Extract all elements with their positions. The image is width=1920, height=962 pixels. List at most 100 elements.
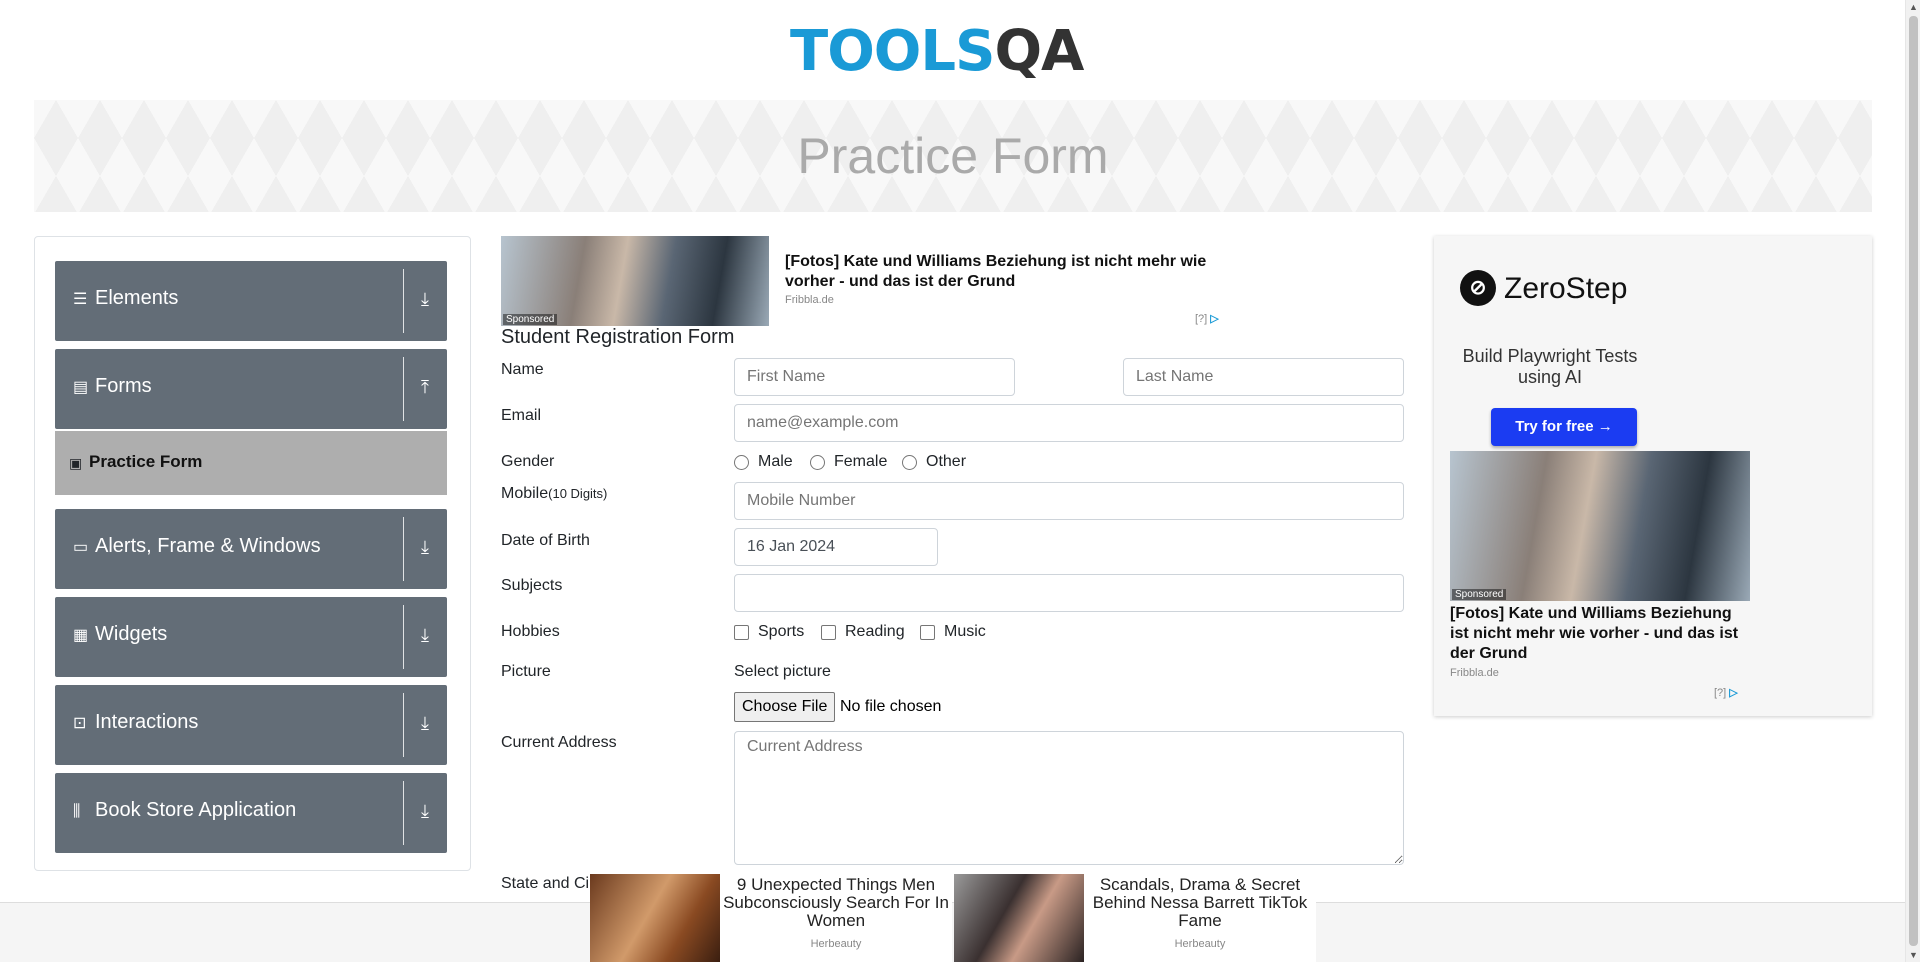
page-scrollbar[interactable]: ▲ ▼ (1905, 0, 1920, 962)
email-label: Email (501, 407, 542, 424)
divider (403, 357, 404, 421)
radio-button[interactable] (734, 454, 749, 470)
divider (403, 517, 404, 581)
download-icon: ⤓ (421, 537, 429, 557)
gender-radio-female[interactable]: Female (810, 453, 887, 471)
right-ad-image[interactable]: Sponsored (1450, 451, 1750, 601)
sidebar-group-book-store[interactable]: ⫼ Book Store Application ⤓ (55, 773, 447, 853)
sidebar-group-alerts[interactable]: ▭ Alerts, Frame & Windows ⤓ (55, 509, 447, 589)
upload-icon: ⤒ (421, 377, 429, 397)
picture-label: Picture (501, 663, 551, 680)
radio-label: Other (926, 453, 967, 470)
scroll-up-icon[interactable]: ▲ (1909, 2, 1918, 12)
choose-file-button[interactable]: Choose File (734, 692, 836, 722)
right-ad-headline[interactable]: [Fotos] Kate und Williams Beziehung ist … (1450, 604, 1750, 664)
checkbox[interactable] (920, 624, 935, 640)
gender-radio-other[interactable]: Other (902, 453, 966, 471)
page-title: Practice Form (797, 128, 1109, 184)
sidebar-group-label: Interactions (95, 711, 199, 733)
scroll-down-icon[interactable]: ▼ (1909, 950, 1918, 960)
interaction-icon: ⊡ (73, 715, 87, 732)
list-icon: ☰ (73, 291, 88, 308)
sidebar-group-elements[interactable]: ☰ Elements ⤓ (55, 261, 447, 341)
right-ad[interactable]: ⊘ ZeroStep Build Playwright Tests using … (1434, 236, 1872, 716)
hobby-checkbox-reading[interactable]: Reading (821, 623, 905, 641)
adchoices-icon: ▷ (1729, 687, 1738, 699)
divider (403, 781, 404, 845)
date-of-birth-input[interactable] (734, 528, 938, 566)
mobile-label: Mobile(10 Digits) (501, 485, 607, 503)
state-city-label: State and Ci (501, 875, 590, 892)
download-icon: ⤓ (421, 801, 429, 821)
email-input[interactable] (734, 404, 1404, 442)
sidebar-item-practice-form[interactable]: ▣ Practice Form (55, 431, 447, 495)
bottom-ad-1[interactable]: 9 Unexpected Things Men Subconsciously S… (590, 874, 952, 962)
ad-info[interactable]: [?] ▷ (1714, 686, 1738, 699)
checkbox-label: Music (944, 623, 986, 640)
mobile-input[interactable] (734, 482, 1404, 520)
bottom-ad-source: Herbeauty (1174, 938, 1226, 950)
sidebar-item-label: Practice Form (89, 452, 203, 471)
bottom-ad-source: Herbeauty (810, 938, 862, 950)
divider (403, 269, 404, 333)
try-for-free-button[interactable]: Try for free → (1491, 408, 1637, 446)
ad-headline[interactable]: [Fotos] Kate und Williams Beziehung ist … (785, 252, 1225, 292)
gender-radio-male[interactable]: Male (734, 453, 793, 471)
sidebar-group-label: Book Store Application (95, 799, 297, 821)
download-icon: ⤓ (421, 289, 429, 309)
sidebar-group-interactions[interactable]: ⊡ Interactions ⤓ (55, 685, 447, 765)
document-icon: ▤ (73, 379, 89, 396)
download-icon: ⤓ (421, 713, 429, 733)
scrollbar-thumb[interactable] (1909, 16, 1918, 946)
ad-image[interactable]: Sponsored (501, 236, 769, 326)
checkbox[interactable] (821, 624, 836, 640)
zerostep-ad[interactable]: ⊘ ZeroStep Build Playwright Tests using … (1450, 250, 1650, 450)
ad-info[interactable]: [?] ▷ (1195, 312, 1219, 325)
right-ad-source: Fribbla.de (1450, 667, 1499, 679)
current-address-label: Current Address (501, 734, 617, 751)
current-address-textarea[interactable] (734, 731, 1404, 865)
hobby-checkbox-sports[interactable]: Sports (734, 623, 804, 641)
sidebar-group-widgets[interactable]: ▦ Widgets ⤓ (55, 597, 447, 677)
books-icon: ⫼ (73, 803, 81, 820)
bottom-ad-headline[interactable]: 9 Unexpected Things Men Subconsciously S… (720, 876, 952, 930)
bottom-ad-2[interactable]: Scandals, Drama & Secret Behind Nessa Ba… (954, 874, 1316, 962)
zerostep-logo-icon: ⊘ (1460, 270, 1496, 306)
ad-source: Fribbla.de (785, 294, 834, 306)
sidebar-group-forms[interactable]: ▤ Forms ⤒ (55, 349, 447, 429)
page-banner: Practice Form (34, 100, 1872, 212)
last-name-input[interactable] (1123, 358, 1404, 396)
bottom-ad-headline[interactable]: Scandals, Drama & Secret Behind Nessa Ba… (1084, 876, 1316, 930)
ad-info-label: [?] (1714, 687, 1727, 699)
zerostep-brand: ZeroStep (1504, 272, 1628, 305)
radio-button[interactable] (902, 454, 917, 470)
radio-label: Female (834, 453, 888, 470)
subjects-input[interactable] (734, 574, 1404, 612)
subjects-label: Subjects (501, 577, 563, 594)
name-label: Name (501, 361, 544, 378)
hobby-checkbox-music[interactable]: Music (920, 623, 986, 641)
radio-button[interactable] (810, 454, 825, 470)
adchoices-icon: ▷ (1210, 313, 1219, 325)
first-name-input[interactable] (734, 358, 1015, 396)
toolsqa-logo[interactable]: TOOLSQA (790, 14, 1120, 90)
checkbox[interactable] (734, 624, 749, 640)
divider (403, 605, 404, 669)
checkbox-label: Reading (845, 623, 905, 640)
file-status-text: No file chosen (840, 698, 942, 715)
ad-info-label: [?] (1195, 313, 1208, 325)
bottom-ad-image[interactable] (954, 874, 1084, 962)
bottom-ad-bar (0, 902, 1905, 962)
window-icon: ▭ (73, 539, 89, 556)
zerostep-tagline: Build Playwright Tests using AI (1462, 346, 1638, 387)
checkbox-label: Sports (758, 623, 805, 640)
download-icon: ⤓ (421, 625, 429, 645)
grid-icon: ▦ (73, 627, 89, 644)
mobile-hint: (10 Digits) (548, 486, 608, 501)
sponsored-label: Sponsored (503, 314, 558, 325)
mobile-label-text: Mobile (501, 485, 549, 502)
bottom-ad-image[interactable] (590, 874, 720, 962)
top-ad[interactable]: Sponsored [Fotos] Kate und Williams Bezi… (501, 236, 1231, 326)
sidebar-group-label: Forms (95, 375, 152, 397)
divider (403, 693, 404, 757)
